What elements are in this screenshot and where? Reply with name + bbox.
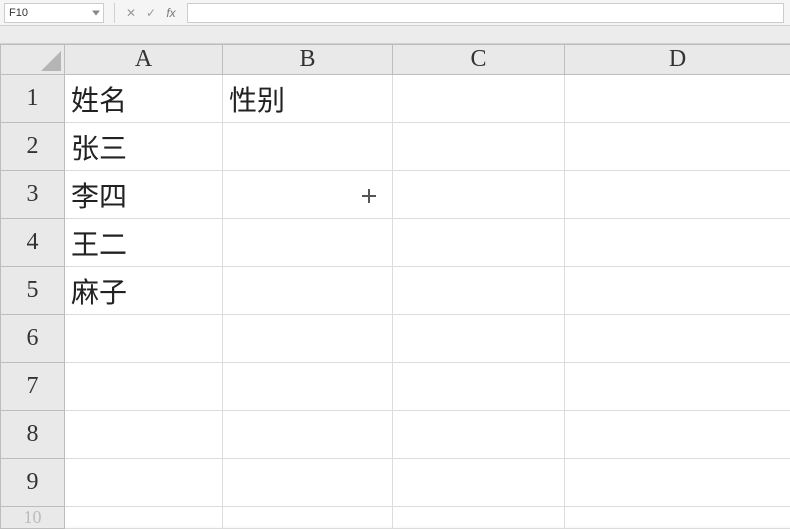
- row-head-4[interactable]: 4: [1, 219, 65, 267]
- cell-B5[interactable]: [223, 267, 393, 315]
- col-head-D[interactable]: D: [565, 45, 790, 75]
- row-head-9[interactable]: 9: [1, 459, 65, 507]
- separator: [114, 3, 115, 23]
- formula-bar: F10 ✕ ✓ fx: [0, 0, 790, 26]
- cell-A2[interactable]: 张三: [65, 123, 223, 171]
- cell-B9[interactable]: [223, 459, 393, 507]
- cell-A3[interactable]: 李四: [65, 171, 223, 219]
- cell-B8[interactable]: [223, 411, 393, 459]
- cell-A6[interactable]: [65, 315, 223, 363]
- cell-D10[interactable]: [565, 507, 790, 529]
- cell-A7[interactable]: [65, 363, 223, 411]
- cell-C8[interactable]: [393, 411, 565, 459]
- cell-D8[interactable]: [565, 411, 790, 459]
- cell-C9[interactable]: [393, 459, 565, 507]
- fx-icon[interactable]: fx: [161, 3, 181, 23]
- cell-B2[interactable]: [223, 123, 393, 171]
- cell-D2[interactable]: [565, 123, 790, 171]
- formula-input[interactable]: [187, 3, 784, 23]
- cell-D6[interactable]: [565, 315, 790, 363]
- confirm-icon[interactable]: ✓: [141, 3, 161, 23]
- toolbar-strip: [0, 26, 790, 44]
- cell-D1[interactable]: [565, 75, 790, 123]
- grid-table: A B C D 1 姓名 性别 2 张三 3: [0, 44, 790, 529]
- cell-C6[interactable]: [393, 315, 565, 363]
- cell-D5[interactable]: [565, 267, 790, 315]
- cell-B3[interactable]: [223, 171, 393, 219]
- cell-B7[interactable]: [223, 363, 393, 411]
- row-head-5[interactable]: 5: [1, 267, 65, 315]
- cell-A1[interactable]: 姓名: [65, 75, 223, 123]
- chevron-down-icon[interactable]: [92, 10, 100, 15]
- name-box-value: F10: [9, 7, 28, 19]
- cell-D7[interactable]: [565, 363, 790, 411]
- cell-C3[interactable]: [393, 171, 565, 219]
- cell-A4[interactable]: 王二: [65, 219, 223, 267]
- cell-C4[interactable]: [393, 219, 565, 267]
- cell-B4[interactable]: [223, 219, 393, 267]
- spreadsheet-grid[interactable]: A B C D 1 姓名 性别 2 张三 3: [0, 44, 790, 526]
- cell-C5[interactable]: [393, 267, 565, 315]
- row-head-3[interactable]: 3: [1, 171, 65, 219]
- cell-B1[interactable]: 性别: [223, 75, 393, 123]
- row-head-8[interactable]: 8: [1, 411, 65, 459]
- cell-D4[interactable]: [565, 219, 790, 267]
- col-head-C[interactable]: C: [393, 45, 565, 75]
- cell-C10[interactable]: [393, 507, 565, 529]
- cell-A8[interactable]: [65, 411, 223, 459]
- cell-C7[interactable]: [393, 363, 565, 411]
- cancel-icon[interactable]: ✕: [121, 3, 141, 23]
- col-head-B[interactable]: B: [223, 45, 393, 75]
- row-head-1[interactable]: 1: [1, 75, 65, 123]
- cell-D9[interactable]: [565, 459, 790, 507]
- cell-A9[interactable]: [65, 459, 223, 507]
- name-box[interactable]: F10: [4, 3, 104, 23]
- row-head-2[interactable]: 2: [1, 123, 65, 171]
- cell-C1[interactable]: [393, 75, 565, 123]
- row-head-6[interactable]: 6: [1, 315, 65, 363]
- cell-C2[interactable]: [393, 123, 565, 171]
- cell-A10[interactable]: [65, 507, 223, 529]
- row-head-7[interactable]: 7: [1, 363, 65, 411]
- row-head-10[interactable]: 10: [1, 507, 65, 529]
- select-all-corner[interactable]: [1, 45, 65, 75]
- cell-B6[interactable]: [223, 315, 393, 363]
- col-head-A[interactable]: A: [65, 45, 223, 75]
- cell-D3[interactable]: [565, 171, 790, 219]
- cell-A5[interactable]: 麻子: [65, 267, 223, 315]
- cell-B10[interactable]: [223, 507, 393, 529]
